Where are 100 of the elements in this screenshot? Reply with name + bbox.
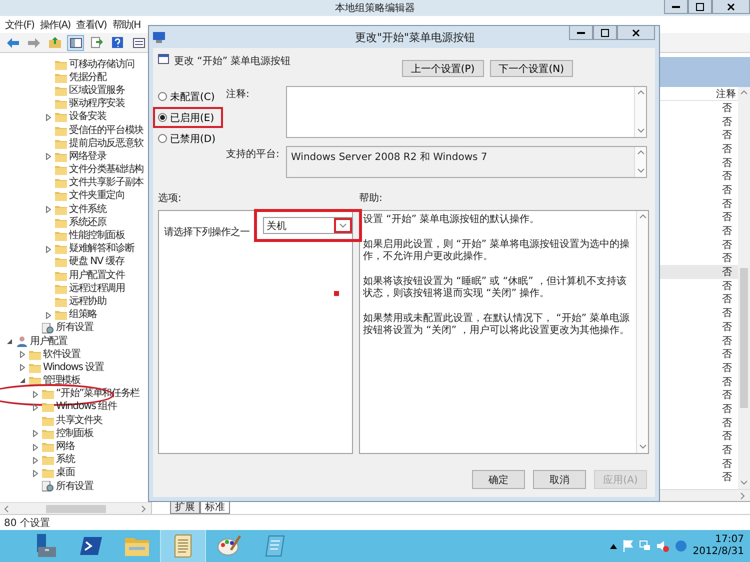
tree-item[interactable]: 桌面 <box>56 467 75 480</box>
document-icon <box>173 534 193 558</box>
tree-item[interactable]: 硬盘 NV 缓存 <box>69 256 124 268</box>
folder-icon <box>55 126 67 136</box>
tree-item[interactable]: 所有设置 <box>56 480 94 493</box>
chevron-down-icon[interactable] <box>338 222 346 230</box>
palette-icon <box>217 535 241 557</box>
help-paragraph: 设置 “开始” 菜单电源按钮的默认操作。 <box>363 214 541 226</box>
folder-icon <box>55 270 67 281</box>
tree-item[interactable]: 系统 <box>56 454 75 466</box>
dialog-button[interactable]: 取消 <box>533 470 586 489</box>
scroll-down-icon[interactable] <box>638 443 646 451</box>
taskbar-button[interactable] <box>160 530 206 562</box>
dialog-button[interactable]: 确定 <box>472 470 525 489</box>
tree-item[interactable]: Windows 设置 <box>43 362 104 374</box>
view-tab[interactable]: 扩展 <box>170 502 200 514</box>
scroll-right-icon[interactable] <box>140 504 148 512</box>
tree-item[interactable]: 网络登录 <box>69 150 106 163</box>
folder-icon <box>29 350 41 360</box>
scrollbar-thumb[interactable] <box>46 504 106 512</box>
folder-icon <box>55 72 67 83</box>
clock[interactable]: 17:07 2012/8/31 <box>692 534 744 558</box>
help-paragraph: 如果启用此设置，则 “开始” 菜单将电源按钮设置为选中的操作，不允许用户更改此操作。 <box>363 238 631 264</box>
menu-item[interactable]: 帮助(H <box>109 18 144 32</box>
tree-item[interactable]: Windows 组件 <box>56 401 117 414</box>
comment-field[interactable] <box>286 86 647 138</box>
tree-item[interactable]: 区域设置服务 <box>69 84 125 97</box>
radio-option[interactable]: 已禁用(D) <box>153 128 223 149</box>
nav-button[interactable]: 上一个设置(P) <box>402 60 484 77</box>
dropdown[interactable]: 关机 <box>262 217 352 234</box>
toolbar-button[interactable] <box>88 34 105 50</box>
collapsed-arrow-icon[interactable] <box>46 114 51 121</box>
status-text: 80 个设置 <box>4 516 50 530</box>
scroll-up-icon[interactable] <box>636 149 644 157</box>
scrollbar-thumb[interactable] <box>740 268 748 408</box>
tree-item[interactable]: 用户配置文件 <box>69 270 125 282</box>
scroll-down-icon[interactable] <box>740 479 748 487</box>
tree-item[interactable]: 管理模板 <box>43 375 80 388</box>
tree-item[interactable]: 用户配置 <box>30 336 68 348</box>
restore-button[interactable] <box>688 0 712 14</box>
radio-option[interactable]: 已启用(E) <box>153 107 223 128</box>
radio-option[interactable]: 未配置(C) <box>153 86 223 107</box>
tree-item[interactable]: 共享文件夹 <box>56 414 103 427</box>
tree-item[interactable]: 系统还原 <box>69 216 106 229</box>
tree-item[interactable]: 可移动存储访问 <box>69 58 134 71</box>
tree-item[interactable]: 疑难解答和诊断 <box>69 243 134 256</box>
tree-item[interactable]: 控制面板 <box>56 428 94 440</box>
scroll-up-icon[interactable] <box>636 89 644 97</box>
menu-item[interactable]: 查看(V) <box>73 18 110 32</box>
minimize-button[interactable] <box>664 0 688 14</box>
collapsed-arrow-icon[interactable] <box>46 246 51 253</box>
scroll-left-icon[interactable] <box>3 504 11 512</box>
nav-button[interactable]: 下一个设置(N) <box>490 60 573 77</box>
flag-icon <box>622 540 633 552</box>
collapsed-arrow-icon[interactable] <box>46 206 51 214</box>
tree-item[interactable]: 受信任的平台模块 <box>69 124 144 137</box>
horizontal-scrollbar[interactable] <box>0 502 151 514</box>
tree-item[interactable]: 组策略 <box>69 309 97 322</box>
scroll-up-icon[interactable] <box>740 89 748 97</box>
tree-item[interactable]: 设备安装 <box>69 111 106 124</box>
expanded-arrow-icon[interactable] <box>7 338 13 345</box>
close-button[interactable] <box>712 0 750 14</box>
tree-item[interactable]: 提前启动反恶意软 <box>69 138 144 150</box>
tree-item[interactable]: 性能控制面板 <box>69 230 125 242</box>
help-label: 帮助: <box>359 192 384 206</box>
toolbar-button[interactable] <box>109 34 126 50</box>
tree-item[interactable]: 文件系统 <box>69 204 106 216</box>
toolbar-button[interactable] <box>46 34 63 50</box>
menu-item[interactable]: 操作(A) <box>37 18 74 32</box>
user-icon <box>16 336 28 348</box>
tree-item[interactable]: 远程过程调用 <box>69 282 125 295</box>
maximize-button[interactable] <box>593 26 617 40</box>
tree-item[interactable]: 网络 <box>56 441 75 454</box>
collapsed-arrow-icon[interactable] <box>46 153 51 160</box>
minimize-button[interactable] <box>569 26 593 40</box>
tree-item[interactable]: 所有设置 <box>56 322 94 334</box>
view-tab[interactable]: 标准 <box>200 502 230 514</box>
tray-button[interactable] <box>656 540 669 552</box>
forward-arrow-icon <box>28 38 40 48</box>
maximize-icon <box>601 28 609 36</box>
expanded-arrow-icon[interactable] <box>20 378 26 384</box>
tree-item[interactable]: 文件共享影子副本 <box>69 177 144 190</box>
tree-item[interactable]: 文件分类基础结构 <box>69 164 144 176</box>
collapsed-arrow-icon[interactable] <box>46 312 51 319</box>
folder-icon <box>55 231 67 242</box>
vertical-scrollbar[interactable] <box>738 87 750 489</box>
close-icon <box>632 28 640 36</box>
close-button[interactable] <box>617 26 655 40</box>
tree-item[interactable]: 文件夹重定向 <box>69 190 125 202</box>
tree-item[interactable]: 软件设置 <box>43 348 80 361</box>
scroll-right-icon[interactable] <box>739 492 747 500</box>
tray-button[interactable] <box>610 544 617 548</box>
tree-item[interactable]: 驱动程序安装 <box>69 98 125 110</box>
menu-item[interactable]: 文件(F) <box>2 18 38 32</box>
toolbar-button[interactable] <box>67 34 84 50</box>
tree-item[interactable]: 远程协助 <box>69 296 106 308</box>
scroll-down-icon[interactable] <box>636 127 644 135</box>
scroll-up-icon[interactable] <box>638 213 646 221</box>
tree-item[interactable]: 凭据分配 <box>69 72 106 84</box>
scroll-down-icon[interactable] <box>636 167 644 175</box>
